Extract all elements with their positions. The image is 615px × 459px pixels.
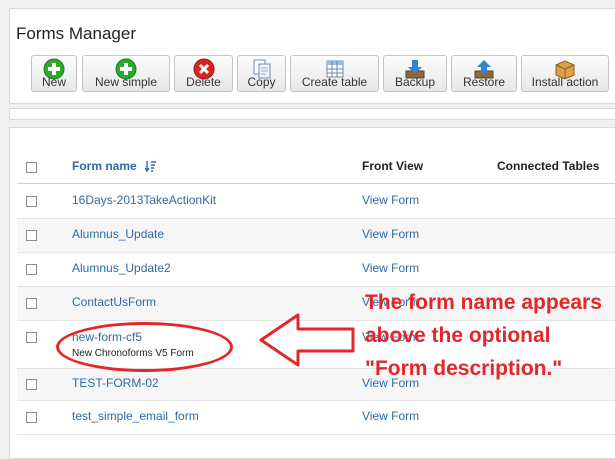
form-name-link[interactable]: Alumnus_Update2 [72,261,171,275]
restore-button[interactable]: Restore [451,55,517,92]
form-name-link[interactable]: ContactUsForm [72,295,156,309]
new-simple-button[interactable]: New simple [82,55,170,92]
table-row: 16Days-2013TakeActionKit View Form [17,185,615,219]
create-table-button-label: Create table [301,75,368,89]
sort-icon [145,161,157,172]
new-button-label: New [41,75,66,89]
form-name-link[interactable]: Alumnus_Update [72,227,164,241]
separator-strip [9,108,615,120]
view-form-link[interactable]: View Form [362,227,419,241]
form-name-link[interactable]: 16Days-2013TakeActionKit [72,193,216,207]
table-row: Alumnus_Update2 View Form [17,253,615,287]
form-name-link[interactable]: test_simple_email_form [72,409,199,423]
connected-tables-column-header: Connected Tables [497,159,600,173]
front-view-column-header: Front View [362,159,424,173]
table-row: test_simple_email_form View Form [17,401,615,435]
table-header: Form name Front View Connected Tables [17,148,615,184]
row-checkbox[interactable] [26,332,37,343]
row-checkbox[interactable] [26,412,37,423]
row-checkbox[interactable] [26,264,37,275]
row-checkbox[interactable] [26,298,37,309]
left-arrow-annotation [259,313,355,367]
backup-button[interactable]: Backup [383,55,447,92]
copy-button[interactable]: Copy [237,55,286,92]
delete-button[interactable]: Delete [174,55,233,92]
backup-button-label: Backup [394,75,436,89]
install-action-button-label: Install action [531,75,599,89]
restore-button-label: Restore [462,75,506,89]
form-name-link[interactable]: TEST-FORM-02 [72,376,159,390]
create-table-button[interactable]: Create table [290,55,379,92]
form-name-column-header[interactable]: Form name [72,159,157,173]
copy-button-label: Copy [247,75,276,89]
new-simple-button-label: New simple [94,75,157,89]
view-form-link[interactable]: View Form [362,261,419,275]
row-checkbox[interactable] [26,230,37,241]
page-title: Forms Manager [16,24,136,43]
row-checkbox[interactable] [26,379,37,390]
row-checkbox[interactable] [26,196,37,207]
highlight-ellipse [56,322,233,372]
select-all-checkbox[interactable] [26,162,37,173]
install-action-button[interactable]: Install action [521,55,609,92]
table-row: Alumnus_Update View Form [17,219,615,253]
view-form-link[interactable]: View Form [362,193,419,207]
annotation-text: The form name appears above the optional… [365,291,602,380]
delete-button-label: Delete [186,75,221,89]
view-form-link[interactable]: View Form [362,409,419,423]
new-button[interactable]: New [31,55,77,92]
